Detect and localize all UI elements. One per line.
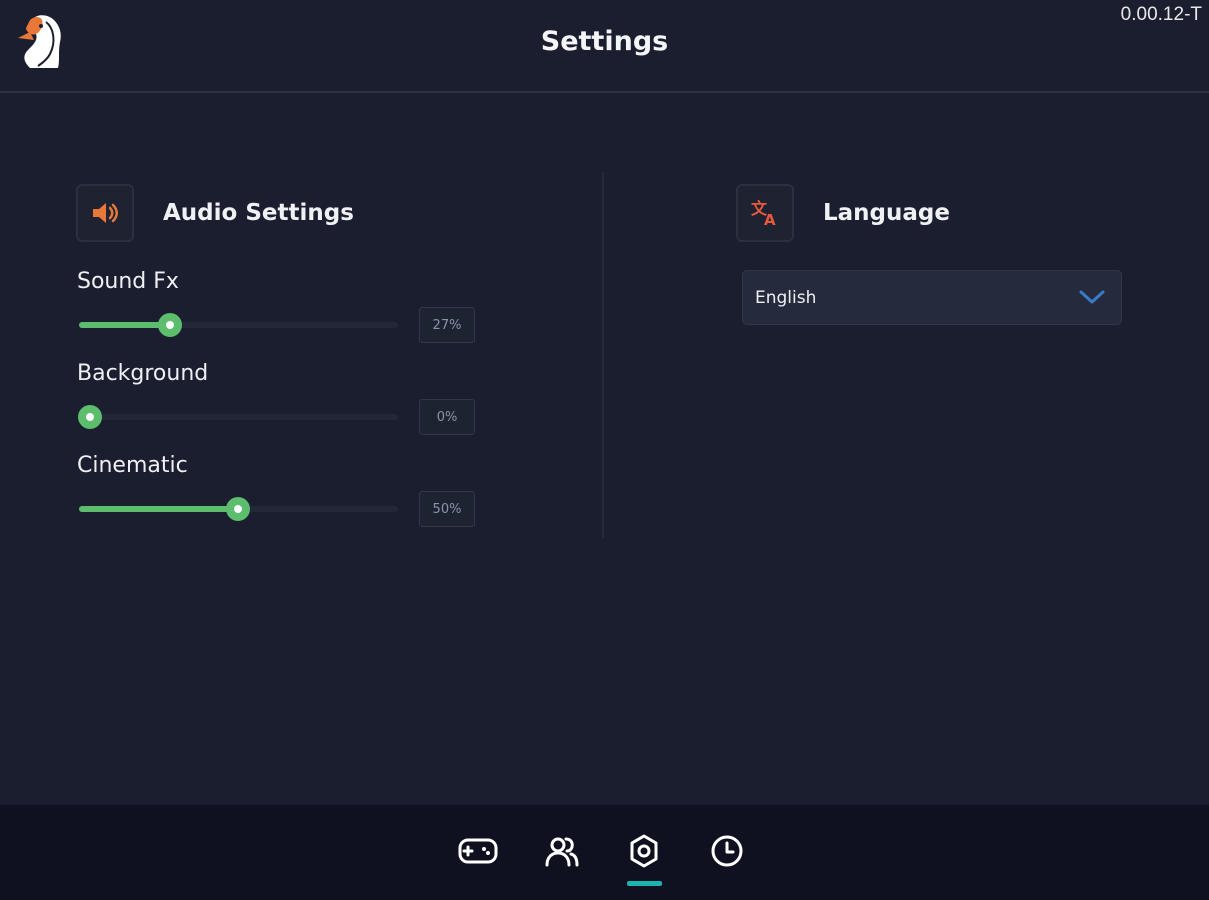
clock-icon [710,834,744,872]
background-slider-thumb[interactable] [78,405,102,429]
nav-history-button[interactable] [705,831,749,875]
speaker-icon [76,184,134,242]
sound-fx-slider-fill [79,322,170,328]
bottom-nav [0,805,1209,900]
background-slider[interactable] [78,405,398,429]
language-dropdown[interactable]: English [742,270,1122,325]
background-label: Background [77,361,209,386]
cinematic-label: Cinematic [77,453,188,478]
cinematic-slider[interactable] [79,497,398,521]
background-value: 0% [419,399,475,435]
section-divider [602,172,604,538]
page-title: Settings [540,26,669,57]
audio-settings-title: Audio Settings [163,200,354,226]
sound-fx-label: Sound Fx [77,269,179,294]
sound-fx-slider[interactable] [79,313,398,337]
version-label: 0.00.12-T [1120,4,1202,25]
header: Settings 0.00.12-T [0,0,1209,93]
users-icon [544,834,580,872]
nav-games-button[interactable] [456,831,500,875]
nav-friends-button[interactable] [540,831,584,875]
sound-fx-slider-thumb[interactable] [157,313,182,337]
cinematic-value: 50% [419,491,475,527]
cinematic-slider-fill [79,506,238,512]
language-title: Language [823,200,950,226]
nav-settings-button[interactable] [622,831,666,875]
translate-icon: 文 A [736,184,794,242]
cinematic-slider-thumb[interactable] [226,497,250,521]
settings-icon [627,833,661,873]
svg-text:A: A [764,211,776,228]
gamepad-icon [457,836,499,870]
language-selected-value: English [755,288,817,308]
sound-fx-value: 27% [419,307,475,343]
chevron-down-icon [1079,289,1105,309]
active-tab-indicator [627,881,662,886]
